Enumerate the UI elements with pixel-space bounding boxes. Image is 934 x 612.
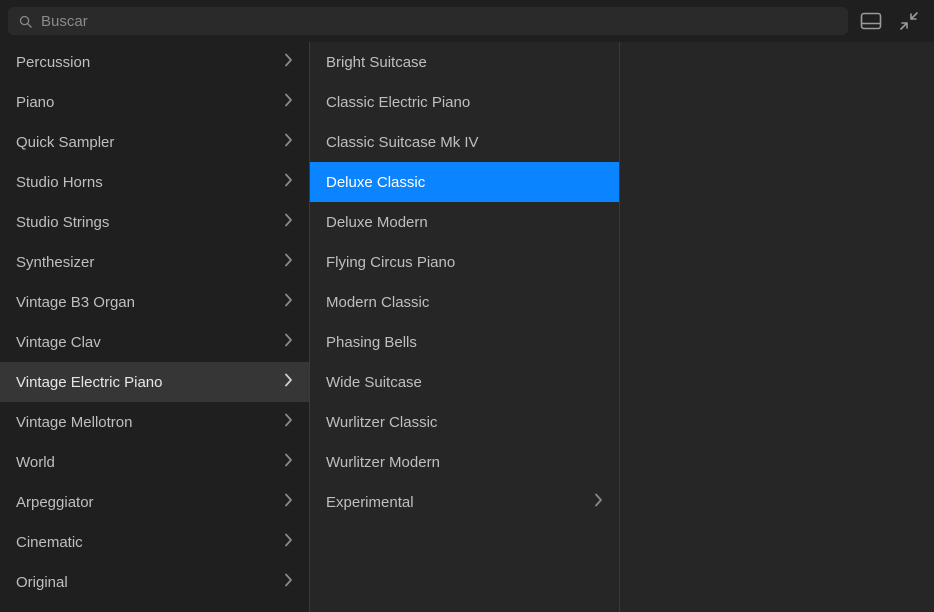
category-item-label: Studio Strings: [16, 214, 109, 231]
chevron-right-icon: [284, 493, 293, 511]
category-item[interactable]: Original: [0, 562, 309, 602]
preset-item[interactable]: Classic Electric Piano: [310, 82, 619, 122]
search-icon: [18, 14, 33, 29]
category-item[interactable]: Cinematic: [0, 522, 309, 562]
chevron-right-icon: [284, 453, 293, 471]
chevron-right-icon: [594, 493, 603, 511]
category-item-label: Quick Sampler: [16, 134, 114, 151]
preset-item-label: Deluxe Classic: [326, 174, 425, 191]
chevron-right-icon: [284, 253, 293, 271]
category-item[interactable]: Vintage Electric Piano: [0, 362, 309, 402]
category-item-label: Vintage Clav: [16, 334, 101, 351]
chevron-right-icon: [284, 573, 293, 591]
category-item-label: Arpeggiator: [16, 494, 94, 511]
chevron-right-icon: [284, 93, 293, 111]
category-item-label: Original: [16, 574, 68, 591]
preset-item-label: Experimental: [326, 494, 414, 511]
category-item[interactable]: Vintage Mellotron: [0, 402, 309, 442]
category-item-label: Vintage Electric Piano: [16, 374, 162, 391]
browser-columns: Percussion Piano Quick Sampler Studio Horns…: [0, 42, 934, 612]
category-item[interactable]: Studio Horns: [0, 162, 309, 202]
chevron-right-icon: [284, 333, 293, 351]
chevron-right-icon: [284, 173, 293, 191]
category-item-label: Synthesizer: [16, 254, 94, 271]
preset-item[interactable]: Bright Suitcase: [310, 42, 619, 82]
preset-item-label: Classic Electric Piano: [326, 94, 470, 111]
preset-item-label: Flying Circus Piano: [326, 254, 455, 271]
chevron-right-icon: [284, 413, 293, 431]
preset-column: Bright Suitcase Classic Electric Piano Cla…: [310, 42, 620, 612]
category-item[interactable]: Piano: [0, 82, 309, 122]
search-input[interactable]: [41, 13, 838, 30]
detail-column: [620, 42, 934, 612]
preset-item-label: Wide Suitcase: [326, 374, 422, 391]
category-item[interactable]: Quick Sampler: [0, 122, 309, 162]
category-item[interactable]: Studio Strings: [0, 202, 309, 242]
preset-item[interactable]: Deluxe Modern: [310, 202, 619, 242]
chevron-right-icon: [284, 53, 293, 71]
chevron-right-icon: [284, 373, 293, 391]
category-item[interactable]: World: [0, 442, 309, 482]
category-item-label: Studio Horns: [16, 174, 103, 191]
preset-item[interactable]: Wide Suitcase: [310, 362, 619, 402]
category-item[interactable]: Vintage Clav: [0, 322, 309, 362]
preset-item[interactable]: Wurlitzer Classic: [310, 402, 619, 442]
category-item-label: Piano: [16, 94, 54, 111]
preset-item[interactable]: Phasing Bells: [310, 322, 619, 362]
preset-item-label: Bright Suitcase: [326, 54, 427, 71]
preset-item[interactable]: Modern Classic: [310, 282, 619, 322]
category-item-label: World: [16, 454, 55, 471]
preset-item-label: Deluxe Modern: [326, 214, 428, 231]
category-item-label: Cinematic: [16, 534, 83, 551]
search-field[interactable]: [8, 7, 848, 35]
preset-item[interactable]: Experimental: [310, 482, 619, 522]
preset-item-label: Modern Classic: [326, 294, 429, 311]
chevron-right-icon: [284, 293, 293, 311]
view-mode-button[interactable]: [856, 6, 886, 36]
preset-item[interactable]: Flying Circus Piano: [310, 242, 619, 282]
preset-item[interactable]: Deluxe Classic: [310, 162, 619, 202]
category-column: Percussion Piano Quick Sampler Studio Horns…: [0, 42, 310, 612]
chevron-right-icon: [284, 533, 293, 551]
chevron-right-icon: [284, 213, 293, 231]
preset-item-label: Phasing Bells: [326, 334, 417, 351]
chevron-right-icon: [284, 133, 293, 151]
category-item-label: Vintage Mellotron: [16, 414, 132, 431]
preset-item-label: Wurlitzer Classic: [326, 414, 437, 431]
preset-item[interactable]: Wurlitzer Modern: [310, 442, 619, 482]
collapse-button[interactable]: [894, 6, 924, 36]
preset-item[interactable]: Classic Suitcase Mk IV: [310, 122, 619, 162]
category-item[interactable]: Percussion: [0, 42, 309, 82]
category-item[interactable]: Vintage B3 Organ: [0, 282, 309, 322]
category-item[interactable]: Synthesizer: [0, 242, 309, 282]
category-item-label: Vintage B3 Organ: [16, 294, 135, 311]
preset-item-label: Wurlitzer Modern: [326, 454, 440, 471]
preset-item-label: Classic Suitcase Mk IV: [326, 134, 479, 151]
category-item[interactable]: Arpeggiator: [0, 482, 309, 522]
toolbar: [0, 0, 934, 42]
category-item-label: Percussion: [16, 54, 90, 71]
